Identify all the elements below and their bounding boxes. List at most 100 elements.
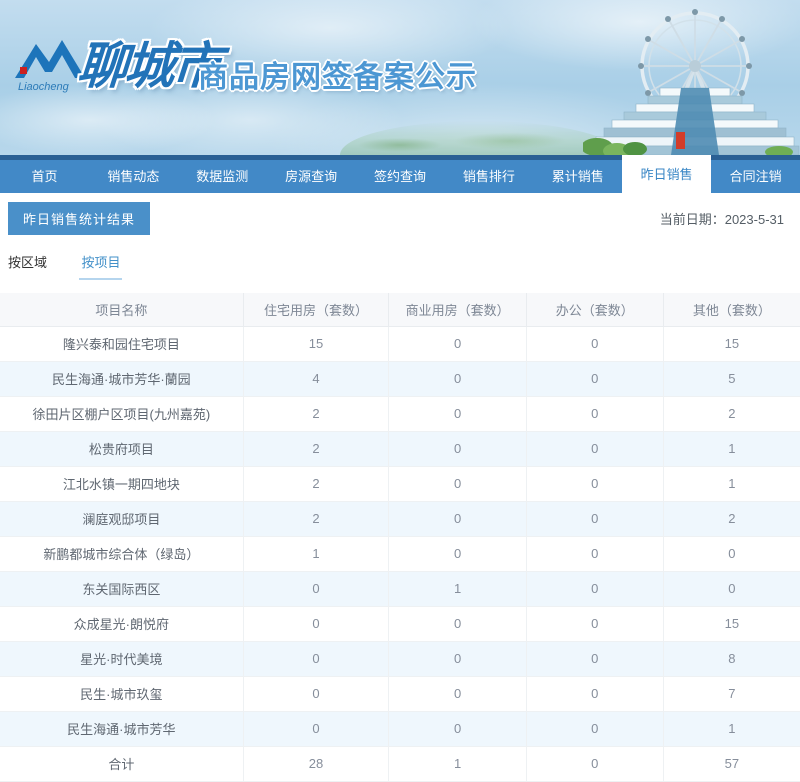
count-cell: 57 xyxy=(663,746,800,782)
table-row: 东关国际西区 0 1 0 0 xyxy=(0,571,800,607)
count-cell: 0 xyxy=(243,711,390,747)
count-cell: 0 xyxy=(526,641,664,677)
project-name-cell: 民生海通·城市芳华·蘭园 xyxy=(0,361,244,397)
page-title: 昨日销售统计结果 xyxy=(8,202,151,235)
project-name-cell: 星光·时代美境 xyxy=(0,641,244,677)
sales-table: 项目名称 住宅用房（套数） 商业用房（套数） 办公（套数） 其他（套数） 隆兴泰和园住宅… xyxy=(0,293,800,782)
banner: Liaocheng 聊城市 商品房网签备案公示 xyxy=(0,0,800,155)
project-name-cell: 松贵府项目 xyxy=(0,431,244,467)
count-cell: 0 xyxy=(388,606,527,642)
nav-item-1[interactable]: 销售动态 xyxy=(89,160,178,193)
count-cell: 0 xyxy=(526,466,664,502)
project-name-cell: 新鹏都城市综合体（绿岛） xyxy=(0,536,244,572)
logo-red-square xyxy=(20,67,27,74)
count-cell: 2 xyxy=(243,501,390,537)
project-name-cell: 民生海通·城市芳华 xyxy=(0,711,244,747)
nav-item-7[interactable]: 昨日销售 xyxy=(622,155,712,193)
column-header: 项目名称 xyxy=(0,293,244,327)
table-row: 新鹏都城市综合体（绿岛） 1 0 0 0 xyxy=(0,536,800,572)
table-row: 澜庭观邸项目 2 0 0 2 xyxy=(0,501,800,537)
count-cell: 1 xyxy=(388,746,527,782)
table-row: 隆兴泰和园住宅项目 15 0 0 15 xyxy=(0,326,800,362)
count-cell: 15 xyxy=(663,606,800,642)
count-cell: 0 xyxy=(388,326,527,362)
count-cell: 0 xyxy=(663,571,800,607)
table-row: 徐田片区棚户区项目(九州嘉苑) 2 0 0 2 xyxy=(0,396,800,432)
count-cell: 15 xyxy=(243,326,390,362)
nav-item-0[interactable]: 首页 xyxy=(0,160,89,193)
current-date-label: 当前日期： xyxy=(659,212,725,227)
count-cell: 2 xyxy=(243,466,390,502)
count-cell: 0 xyxy=(526,711,664,747)
ferris-wheel-building-illustration xyxy=(583,9,800,155)
column-header: 其他（套数） xyxy=(663,293,800,327)
nav-item-4[interactable]: 签约查询 xyxy=(356,160,445,193)
count-cell: 1 xyxy=(388,571,527,607)
main-nav: 首页 销售动态 数据监测 房源查询 签约查询 销售排行 累计销售 昨日销售 合同注销 xyxy=(0,155,800,193)
count-cell: 0 xyxy=(243,606,390,642)
table-row: 民生·城市玖玺 0 0 0 7 xyxy=(0,676,800,712)
tab-by-project[interactable]: 按项目 xyxy=(79,252,123,280)
nav-item-6[interactable]: 累计销售 xyxy=(533,160,622,193)
view-tabs: 按区域 按项目 xyxy=(0,252,800,280)
table-body: 隆兴泰和园住宅项目 15 0 0 15 民生海通·城市芳华·蘭园 4 0 0 5 徐田片区棚户区项目… xyxy=(0,326,800,782)
nav-item-8[interactable]: 合同注销 xyxy=(711,160,800,193)
project-name-cell: 众成星光·朗悦府 xyxy=(0,606,244,642)
count-cell: 1 xyxy=(663,466,800,502)
count-cell: 2 xyxy=(243,431,390,467)
project-name-cell: 东关国际西区 xyxy=(0,571,244,607)
logo-script-text: Liaocheng xyxy=(18,81,70,93)
title-row: 昨日销售统计结果 当前日期：2023-5-31 xyxy=(0,193,800,235)
count-cell: 4 xyxy=(243,361,390,397)
count-cell: 0 xyxy=(388,501,527,537)
table-row: 星光·时代美境 0 0 0 8 xyxy=(0,641,800,677)
count-cell: 0 xyxy=(243,676,390,712)
count-cell: 1 xyxy=(663,711,800,747)
nav-item-3[interactable]: 房源查询 xyxy=(267,160,356,193)
count-cell: 8 xyxy=(663,641,800,677)
current-date-value: 2023-5-31 xyxy=(724,212,784,227)
count-cell: 0 xyxy=(243,571,390,607)
count-cell: 28 xyxy=(243,746,390,782)
nav-item-5[interactable]: 销售排行 xyxy=(444,160,533,193)
nav-item-2[interactable]: 数据监测 xyxy=(178,160,267,193)
count-cell: 0 xyxy=(526,606,664,642)
banner-subtitle: 商品房网签备案公示 xyxy=(198,61,477,94)
table-row: 松贵府项目 2 0 0 1 xyxy=(0,431,800,467)
count-cell: 0 xyxy=(526,361,664,397)
count-cell: 0 xyxy=(243,641,390,677)
count-cell: 0 xyxy=(526,326,664,362)
tab-by-region[interactable]: 按区域 xyxy=(6,252,49,278)
count-cell: 0 xyxy=(526,676,664,712)
landscape-illustration xyxy=(340,121,620,155)
count-cell: 0 xyxy=(526,571,664,607)
count-cell: 0 xyxy=(526,501,664,537)
count-cell: 0 xyxy=(663,536,800,572)
nav-bar: 首页 销售动态 数据监测 房源查询 签约查询 销售排行 累计销售 昨日销售 合同注销 xyxy=(0,155,800,193)
table-row: 民生海通·城市芳华·蘭园 4 0 0 5 xyxy=(0,361,800,397)
count-cell: 2 xyxy=(663,396,800,432)
count-cell: 7 xyxy=(663,676,800,712)
current-date: 当前日期：2023-5-31 xyxy=(660,209,784,228)
project-name-cell: 江北水镇一期四地块 xyxy=(0,466,244,502)
project-name-cell: 澜庭观邸项目 xyxy=(0,501,244,537)
count-cell: 1 xyxy=(663,431,800,467)
count-cell: 0 xyxy=(388,361,527,397)
count-cell: 0 xyxy=(526,536,664,572)
column-header: 办公（套数） xyxy=(526,293,664,327)
count-cell: 5 xyxy=(663,361,800,397)
count-cell: 2 xyxy=(663,501,800,537)
count-cell: 0 xyxy=(526,746,664,782)
table-row: 民生海通·城市芳华 0 0 0 1 xyxy=(0,711,800,747)
project-name-cell: 徐田片区棚户区项目(九州嘉苑) xyxy=(0,396,244,432)
count-cell: 0 xyxy=(526,396,664,432)
main-content: 昨日销售统计结果 当前日期：2023-5-31 按区域 按项目 项目名称 住宅用房… xyxy=(0,193,800,782)
count-cell: 0 xyxy=(388,711,527,747)
column-header: 住宅用房（套数） xyxy=(243,293,390,327)
count-cell: 0 xyxy=(388,676,527,712)
count-cell: 0 xyxy=(388,641,527,677)
count-cell: 0 xyxy=(388,536,527,572)
project-name-cell: 隆兴泰和园住宅项目 xyxy=(0,326,244,362)
count-cell: 1 xyxy=(243,536,390,572)
count-cell: 0 xyxy=(388,396,527,432)
